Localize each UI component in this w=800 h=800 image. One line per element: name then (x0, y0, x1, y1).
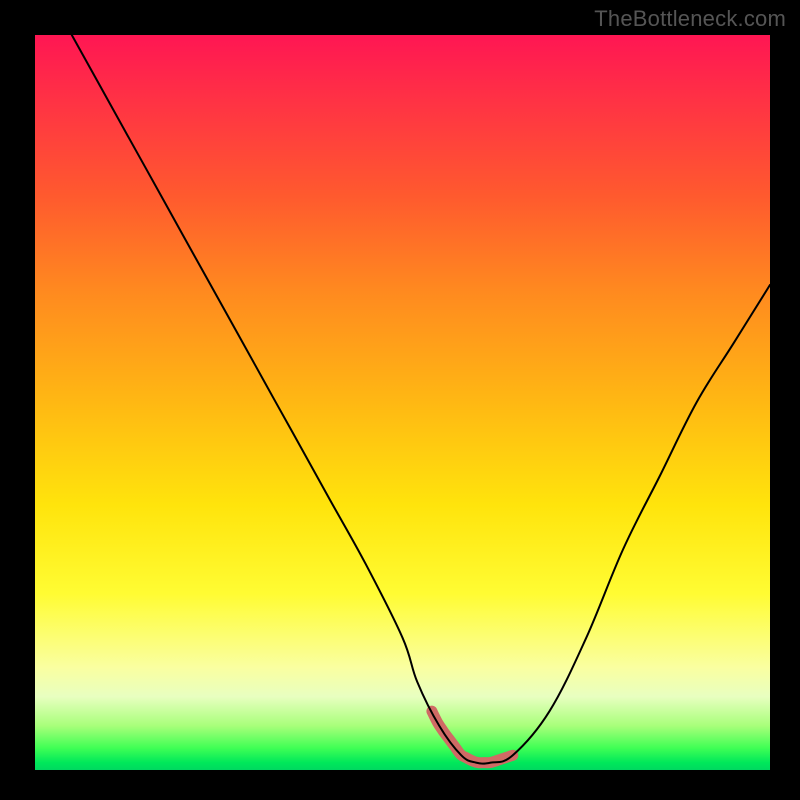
optimal-range-highlight (432, 711, 513, 763)
bottleneck-curve-line (72, 35, 770, 764)
watermark-text: TheBottleneck.com (594, 6, 786, 32)
chart-frame: TheBottleneck.com (0, 0, 800, 800)
plot-area (35, 35, 770, 770)
curve-layer (35, 35, 770, 770)
